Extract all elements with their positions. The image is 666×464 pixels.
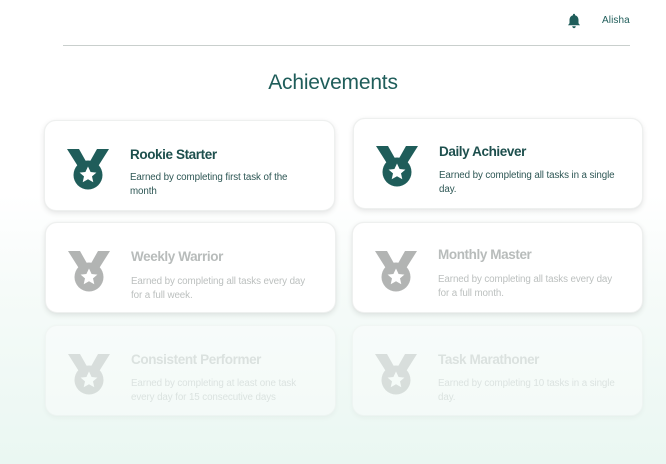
achievement-title: Daily Achiever: [439, 144, 526, 159]
achievement-title: Rookie Starter: [130, 147, 217, 162]
achievement-description: Earned by completing all tasks every day…: [131, 276, 306, 301]
achievement-card-weekly-warrior[interactable]: Weekly Warrior Earned by completing all …: [45, 222, 336, 313]
achievement-title: Task Marathoner: [438, 352, 540, 367]
username[interactable]: Alisha: [602, 15, 630, 26]
medal-icon: [66, 145, 110, 193]
achievement-description: Earned by completing at least one task e…: [131, 378, 297, 403]
achievement-title: Consistent Performer: [131, 352, 262, 367]
achievement-description: Earned by completing first task of the m…: [130, 172, 288, 197]
header-divider: [63, 45, 630, 46]
medal-icon: [374, 350, 418, 398]
medal-icon: [67, 350, 111, 398]
achievement-card-rookie-starter[interactable]: Rookie Starter Earned by completing firs…: [44, 120, 335, 211]
achievement-description: Earned by completing all tasks in a sing…: [439, 170, 615, 195]
achievement-description: Earned by completing 10 tasks in a singl…: [438, 378, 615, 403]
medal-icon: [375, 142, 419, 190]
achievement-title: Monthly Master: [438, 247, 532, 262]
achievement-card-consistent-performer[interactable]: Consistent Performer Earned by completin…: [45, 325, 336, 416]
achievement-card-monthly-master[interactable]: Monthly Master Earned by completing all …: [352, 222, 643, 313]
top-bar: Alisha: [0, 0, 666, 46]
achievement-title: Weekly Warrior: [131, 249, 223, 264]
page-title: Achievements: [268, 71, 398, 94]
medal-icon: [374, 247, 418, 295]
bell-icon[interactable]: [567, 13, 581, 29]
medal-icon: [67, 247, 111, 295]
achievement-description: Earned by completing all tasks every day…: [438, 274, 613, 299]
achievement-card-task-marathoner[interactable]: Task Marathoner Earned by completing 10 …: [352, 325, 643, 416]
achievement-card-daily-achiever[interactable]: Daily Achiever Earned by completing all …: [353, 118, 643, 209]
